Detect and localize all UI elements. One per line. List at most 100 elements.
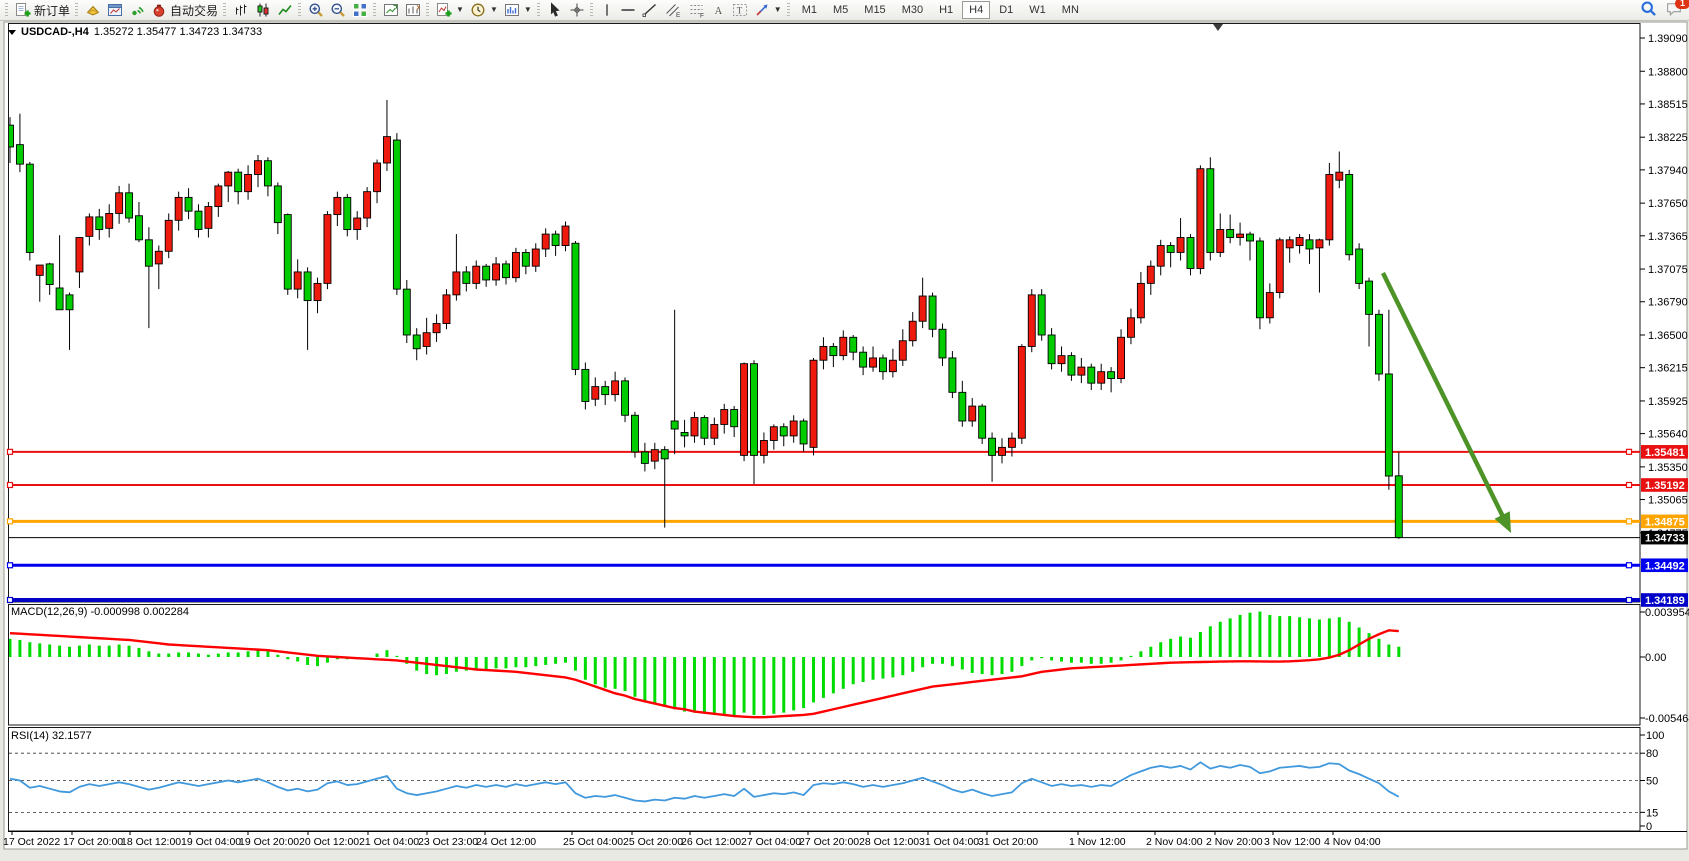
ohlc-readout: 1.35272 1.35477 1.34723 1.34733	[94, 26, 262, 38]
hline-button[interactable]	[617, 1, 639, 20]
auto-arrange-button[interactable]	[380, 1, 402, 20]
svg-text:E: E	[676, 12, 681, 18]
price-badge-1.34875: 1.34875	[1641, 515, 1688, 529]
arrows-button[interactable]: ▼	[751, 1, 785, 20]
toolbar-group	[535, 0, 588, 20]
svg-text:1.35481: 1.35481	[1645, 447, 1685, 459]
channel-icon: E	[664, 2, 682, 18]
search-button[interactable]	[1640, 0, 1657, 22]
price-tick-label: 1.37940	[1648, 165, 1688, 177]
vline-button[interactable]	[597, 1, 617, 20]
date-tick-label: 31 Oct 04:00	[919, 836, 979, 848]
toolbar-button-label: 自动交易	[170, 2, 218, 19]
svg-text:1.34875: 1.34875	[1645, 516, 1685, 528]
hline-1.34189[interactable]	[8, 597, 1641, 602]
price-tick-label: 1.35925	[1648, 396, 1688, 408]
tf-m15-button[interactable]: M15	[857, 1, 892, 19]
toolbar-grip	[75, 3, 78, 17]
chart-window-button[interactable]	[104, 1, 126, 20]
chart-canvas[interactable]: 1.390901.388001.385151.382251.379401.376…	[0, 0, 1689, 861]
tf-w1-button[interactable]: W1	[1022, 1, 1053, 19]
toolbar-grip	[298, 3, 301, 17]
date-tick-label: 2 Nov 20:00	[1206, 836, 1263, 848]
toolbar-grip	[537, 3, 540, 17]
label-button[interactable]: T	[729, 1, 751, 20]
date-tick-label: 28 Oct 12:00	[859, 836, 919, 848]
profile-icon	[85, 2, 101, 18]
rsi-indicator-label: RSI(14) 32.1577	[11, 730, 92, 742]
date-tick-label: 19 Oct 04:00	[181, 836, 241, 848]
tile-windows-button[interactable]	[349, 1, 371, 20]
notification-badge: 1	[1675, 0, 1689, 9]
toolbar-grip	[426, 3, 429, 17]
zoom-in-button[interactable]	[305, 1, 327, 20]
tf-m1-button[interactable]: M1	[795, 1, 824, 19]
svg-text:1.34492: 1.34492	[1645, 560, 1685, 572]
toolbar-grip	[5, 3, 8, 17]
text-icon: A	[712, 2, 726, 18]
date-tick-label: 4 Nov 04:00	[1324, 836, 1381, 848]
bar-chart-button[interactable]	[230, 1, 252, 20]
line-chart-button[interactable]	[274, 1, 296, 20]
tf-mn-button[interactable]: MN	[1055, 1, 1086, 19]
tf-m5-button[interactable]: M5	[826, 1, 855, 19]
tile-windows-icon	[352, 2, 368, 18]
chat-button[interactable]: 1	[1665, 0, 1683, 22]
label-icon: T	[732, 2, 748, 18]
zoom-out-button[interactable]	[327, 1, 349, 20]
zoom-out-icon	[330, 2, 346, 18]
chevron-down-icon[interactable]: ▼	[456, 6, 464, 14]
toolbar-group: 新订单	[3, 0, 73, 20]
price-badge-1.35192: 1.35192	[1641, 478, 1688, 492]
chevron-down-icon[interactable]: ▼	[490, 6, 498, 14]
track-icon	[405, 2, 421, 18]
fibonacci-button[interactable]: F	[685, 1, 709, 20]
rsi-tick-label: 0	[1646, 821, 1652, 833]
date-tick-label: 1 Nov 12:00	[1069, 836, 1126, 848]
cursor-button[interactable]	[544, 1, 566, 20]
cursor-icon	[547, 2, 563, 18]
price-tick-label: 1.38800	[1648, 66, 1688, 78]
tf-h1-button[interactable]: H1	[932, 1, 960, 19]
indicators-button[interactable]: ▼	[433, 1, 467, 20]
price-badge-1.34733: 1.34733	[1641, 531, 1688, 545]
periods-button[interactable]: ▼	[467, 1, 501, 20]
svg-text:1.35192: 1.35192	[1645, 480, 1685, 492]
svg-text:F: F	[700, 13, 704, 19]
rsi-tick-label: 15	[1646, 807, 1658, 819]
symbol-dropdown-icon[interactable]	[8, 30, 16, 35]
candle-chart-button[interactable]	[252, 1, 274, 20]
channel-button[interactable]: E	[661, 1, 685, 20]
date-tick-label: 3 Nov 12:00	[1264, 836, 1321, 848]
arrange-icon	[383, 2, 399, 18]
date-tick-label: 2 Nov 04:00	[1146, 836, 1203, 848]
text-button[interactable]: A	[709, 1, 729, 20]
signal-icon	[129, 2, 145, 18]
clock-icon	[470, 2, 486, 18]
price-tick-label: 1.38515	[1648, 99, 1688, 111]
price-tick-label: 1.38225	[1648, 132, 1688, 144]
templates-button[interactable]: ▼	[501, 1, 535, 20]
date-tick-label: 27 Oct 04:00	[741, 836, 801, 848]
toolbar-grip	[373, 3, 376, 17]
trendline-button[interactable]	[639, 1, 661, 20]
chevron-down-icon[interactable]: ▼	[774, 6, 782, 14]
signals-button[interactable]	[126, 1, 148, 20]
new-order-button[interactable]: 新订单	[12, 1, 73, 20]
tf-m30-button[interactable]: M30	[895, 1, 930, 19]
date-tick-label: 26 Oct 12:00	[681, 836, 741, 848]
zoom-in-icon	[308, 2, 324, 18]
tf-h4-button[interactable]: H4	[962, 1, 990, 19]
autotrade-button[interactable]: 自动交易	[148, 1, 221, 20]
date-tick-label: 25 Oct 20:00	[623, 836, 683, 848]
chevron-down-icon[interactable]: ▼	[524, 6, 532, 14]
crosshair-button[interactable]	[566, 1, 588, 20]
svg-text:T: T	[737, 6, 743, 16]
price-tick-label: 1.37650	[1648, 198, 1688, 210]
track-chart-button[interactable]	[402, 1, 424, 20]
date-tick-label: 19 Oct 20:00	[239, 836, 299, 848]
macd-indicator-label: MACD(12,26,9) -0.000998 0.002284	[11, 606, 189, 618]
tf-d1-button[interactable]: D1	[992, 1, 1020, 19]
profiles-button[interactable]	[82, 1, 104, 20]
price-tick-label: 1.35640	[1648, 429, 1688, 441]
